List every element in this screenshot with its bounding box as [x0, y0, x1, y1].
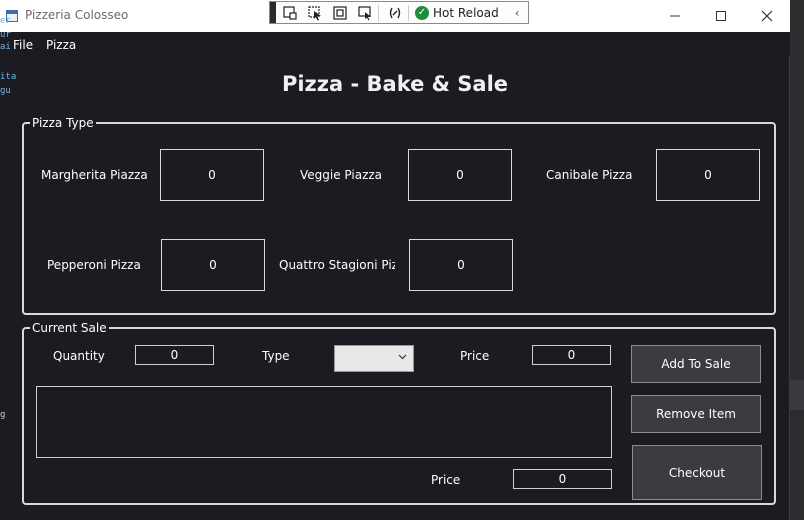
canibale-count: 0 [656, 149, 760, 201]
total-price-label: Price [431, 473, 461, 487]
menu-file[interactable]: File [13, 38, 33, 52]
chevron-down-icon [398, 353, 407, 363]
ide-code-fragment: g [0, 410, 6, 420]
chevron-left-icon[interactable]: ‹ [515, 6, 520, 20]
binding-failures-icon[interactable] [384, 4, 406, 22]
live-tree-icon[interactable] [279, 4, 301, 22]
pepperoni-count: 0 [161, 239, 265, 291]
quattro-stagioni-label: Quattro Stagioni Pizza [279, 258, 395, 272]
veggie-count: 0 [408, 149, 512, 201]
title-bar: Pizzeria Colosseo ✓ Hot Reload ‹ [0, 0, 790, 32]
ide-code-fragment: ita [0, 72, 17, 82]
ide-code-fragment: gu [0, 86, 11, 96]
display-adorners-icon[interactable] [329, 4, 351, 22]
remove-item-button[interactable]: Remove Item [631, 395, 761, 433]
margherita-count: 0 [160, 149, 264, 201]
close-button[interactable] [744, 0, 790, 32]
close-icon [761, 10, 773, 22]
hot-reload-label[interactable]: Hot Reload [433, 6, 499, 20]
ide-code-fragment: ur [0, 30, 11, 40]
sale-items-list[interactable] [36, 386, 612, 458]
window-title: Pizzeria Colosseo [25, 8, 129, 22]
quantity-input[interactable]: 0 [135, 345, 214, 365]
track-focus-icon[interactable] [354, 4, 376, 22]
veggie-label: Veggie Piazza [300, 168, 383, 182]
debug-toolbar: ✓ Hot Reload ‹ [269, 1, 529, 24]
minimize-icon [670, 15, 680, 17]
menu-bar: File Pizza [0, 32, 790, 56]
price-input[interactable]: 0 [532, 345, 611, 365]
margherita-label: Margherita Piazza [41, 168, 148, 182]
ide-code-fragment: ai [0, 42, 11, 52]
type-dropdown[interactable] [334, 345, 414, 372]
quattro-stagioni-count: 0 [409, 239, 513, 291]
maximize-button[interactable] [698, 0, 744, 32]
total-price-display: 0 [513, 469, 612, 489]
menu-pizza[interactable]: Pizza [46, 38, 76, 52]
checkout-button[interactable]: Checkout [632, 445, 762, 500]
toolbar-grip[interactable] [270, 2, 276, 23]
price-label: Price [460, 349, 490, 363]
pepperoni-label: Pepperoni Pizza [47, 258, 141, 272]
checkmark-icon: ✓ [415, 5, 429, 20]
current-sale-group-label: Current Sale [30, 320, 109, 336]
ide-background-right [790, 0, 804, 520]
canibale-label: Canibale Pizza [546, 168, 633, 182]
add-to-sale-button[interactable]: Add To Sale [631, 345, 761, 383]
type-label: Type [262, 349, 290, 363]
app-window: Pizzeria Colosseo ✓ Hot Reload ‹ File Pi… [0, 0, 790, 520]
ide-code-fragment: er [0, 16, 11, 26]
select-element-icon[interactable] [304, 4, 326, 22]
minimize-button[interactable] [652, 0, 698, 32]
page-title: Pizza - Bake & Sale [281, 72, 509, 96]
quantity-label: Quantity [53, 349, 105, 363]
maximize-icon [716, 11, 726, 21]
pizza-type-group-label: Pizza Type [30, 115, 96, 131]
